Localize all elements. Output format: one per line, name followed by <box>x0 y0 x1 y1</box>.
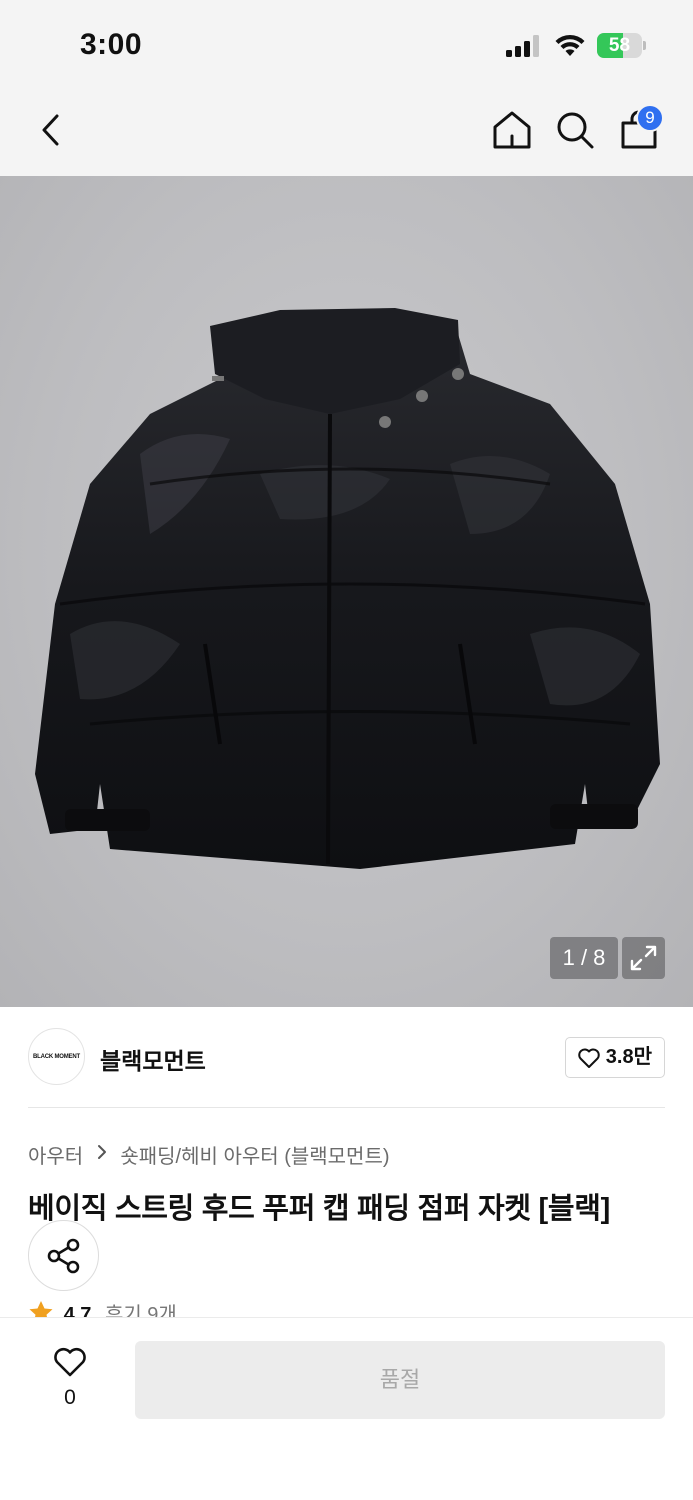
wishlist-count: 0 <box>64 1386 76 1409</box>
chevron-left-icon[interactable] <box>30 108 74 152</box>
breadcrumb: 아우터 숏패딩/헤비 아우터 (블랙모먼트) <box>28 1140 390 1169</box>
battery-indicator: 58 <box>597 33 647 58</box>
battery-percent: 58 <box>608 35 631 56</box>
share-button[interactable] <box>28 1220 99 1291</box>
brand-name[interactable]: 블랙모먼트 <box>100 1042 206 1076</box>
jacket-photo <box>35 308 660 869</box>
status-time: 3:00 <box>80 28 143 61</box>
chevron-right-icon <box>97 1144 106 1159</box>
home-icon[interactable] <box>490 108 534 152</box>
status-bar: 3:00 58 <box>0 0 693 90</box>
expand-icon <box>630 945 657 971</box>
brand-row: BLACK MOMENT 블랙모먼트 3.8만 <box>28 1028 665 1086</box>
wishlist-button[interactable]: 0 <box>40 1342 100 1412</box>
brand-logo[interactable]: BLACK MOMENT <box>28 1028 85 1085</box>
bottom-action-bar: 0 품절 <box>0 1317 693 1500</box>
brand-like-count: 3.8만 <box>605 1046 652 1068</box>
product-title: 베이직 스트링 후드 푸퍼 캡 패딩 점퍼 자켓 [블랙] <box>28 1193 610 1225</box>
product-image[interactable]: 1 / 8 <box>0 176 693 1007</box>
divider <box>28 1107 665 1108</box>
heart-icon <box>54 1347 86 1377</box>
share-icon <box>47 1238 80 1274</box>
expand-button[interactable] <box>622 937 665 979</box>
sold-out-button: 품절 <box>135 1341 665 1419</box>
search-icon[interactable] <box>553 108 597 152</box>
cart-badge: 9 <box>636 104 664 132</box>
nav-bar <box>0 90 693 176</box>
breadcrumb-category[interactable]: 아우터 <box>28 1140 83 1169</box>
image-counter: 1 / 8 <box>550 937 618 979</box>
wifi-icon <box>555 34 585 56</box>
breadcrumb-subcategory[interactable]: 숏패딩/헤비 아우터 (블랙모먼트) <box>120 1140 389 1169</box>
cellular-signal-icon <box>506 35 539 57</box>
heart-icon <box>578 1048 600 1068</box>
brand-like-button[interactable]: 3.8만 <box>564 1037 665 1078</box>
